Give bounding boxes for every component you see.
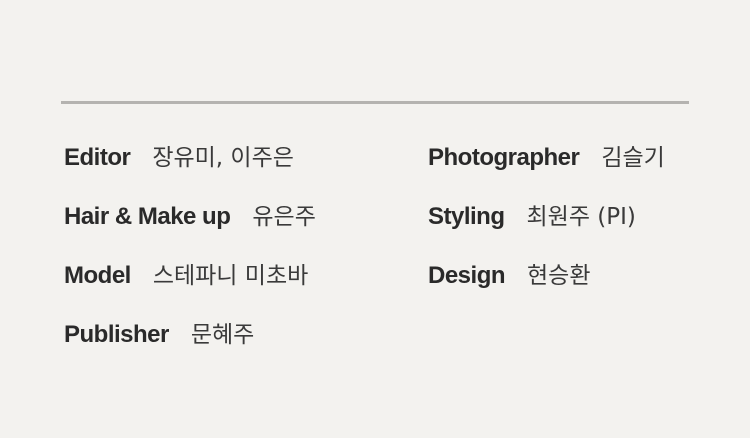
- credit-name: 김슬기: [601, 145, 665, 171]
- credit-role: Editor: [64, 144, 131, 171]
- credits-list: Editor 장유미, 이주은 Hair & Make up 유은주 Model…: [0, 0, 750, 438]
- credit-role: Publisher: [64, 321, 169, 348]
- credit-role: Hair & Make up: [64, 203, 231, 230]
- credit-name: 스테파니 미초바: [152, 263, 309, 289]
- credit-role: Model: [64, 262, 131, 289]
- credit-hair-makeup: Hair & Make up 유은주: [64, 197, 316, 231]
- credit-styling: Styling 최원주 (PI): [428, 197, 636, 231]
- credit-model: Model 스테파니 미초바: [64, 256, 308, 290]
- credit-role: Design: [428, 262, 506, 289]
- credit-role: Photographer: [428, 144, 580, 171]
- credit-name: 유은주: [252, 204, 316, 230]
- credit-photographer: Photographer 김슬기: [428, 138, 665, 172]
- credit-name: 최원주 (PI): [526, 204, 636, 230]
- credit-name: 문혜주: [190, 322, 255, 348]
- credit-name: 장유미, 이주은: [152, 145, 294, 171]
- credit-publisher: Publisher 문혜주: [64, 315, 254, 349]
- credit-editor: Editor 장유미, 이주은: [64, 138, 294, 172]
- credit-role: Styling: [428, 203, 505, 230]
- credit-name: 현승환: [527, 263, 591, 289]
- credit-design: Design 현승환: [428, 256, 591, 290]
